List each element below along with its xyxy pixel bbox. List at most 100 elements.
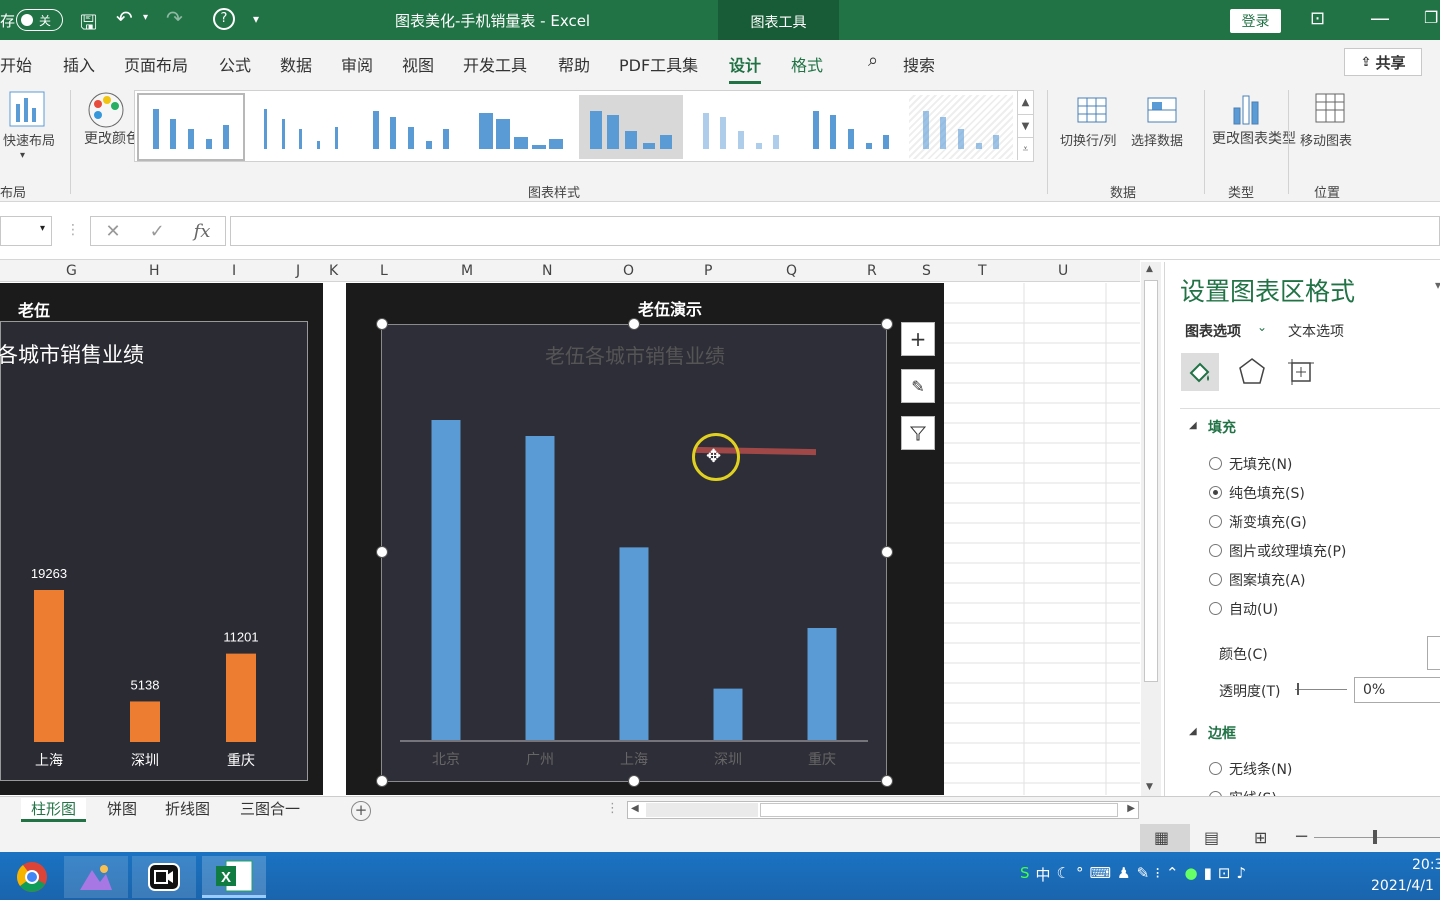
pattern-fill-label[interactable]: 图案填充(A) bbox=[1229, 570, 1306, 590]
bar[interactable] bbox=[226, 653, 256, 742]
column-header[interactable]: P bbox=[704, 263, 712, 279]
sheet-tab-bar-chart[interactable]: 柱形图 bbox=[21, 798, 87, 822]
resize-handle[interactable] bbox=[376, 318, 388, 330]
zoom-slider-thumb[interactable] bbox=[1373, 830, 1377, 844]
effects-pentagon-icon[interactable] bbox=[1235, 355, 1269, 389]
bar[interactable] bbox=[431, 420, 461, 740]
column-header[interactable]: L bbox=[380, 263, 388, 279]
gallery-down-icon[interactable]: ▼ bbox=[1017, 114, 1033, 137]
bar[interactable] bbox=[34, 590, 64, 742]
collapse-fill-icon[interactable]: ◢ bbox=[1189, 420, 1197, 431]
autosave-toggle[interactable]: 关 bbox=[16, 9, 63, 31]
radio-no-line[interactable] bbox=[1209, 762, 1222, 775]
more-icon[interactable]: ⁝ bbox=[1155, 864, 1160, 885]
photos-app-icon[interactable] bbox=[64, 856, 128, 898]
auto-fill-label[interactable]: 自动(U) bbox=[1229, 599, 1278, 619]
page-layout-view-icon[interactable]: ▤ bbox=[1204, 828, 1219, 847]
move-chart-icon[interactable] bbox=[1312, 90, 1348, 126]
color-picker-button[interactable] bbox=[1427, 636, 1440, 670]
network-icon[interactable]: ⊡ bbox=[1218, 864, 1231, 885]
tab-text-options[interactable]: 文本选项 bbox=[1288, 321, 1344, 341]
tab-formulas[interactable]: 公式 bbox=[219, 52, 251, 76]
gradient-fill-label[interactable]: 渐变填充(G) bbox=[1229, 512, 1307, 532]
customize-qat-icon[interactable]: ▾ bbox=[253, 12, 259, 26]
sheet-tab-combined[interactable]: 三图合一 bbox=[240, 798, 300, 819]
chart-style-5[interactable] bbox=[579, 95, 683, 159]
column-header[interactable]: M bbox=[461, 263, 473, 279]
bar[interactable] bbox=[619, 547, 649, 740]
left-chart[interactable]: 各城市销售业绩 19263 上海 5138 深圳 11201 重庆 bbox=[0, 321, 308, 781]
chart-filter-icon[interactable] bbox=[901, 416, 935, 450]
radio-pattern-fill[interactable] bbox=[1209, 573, 1222, 586]
zoom-slider[interactable] bbox=[1314, 837, 1440, 838]
border-section-header[interactable]: 边框 bbox=[1208, 723, 1236, 743]
tools-icon[interactable]: ✎ bbox=[1137, 864, 1150, 885]
chart-elements-plus-icon[interactable]: + bbox=[901, 322, 935, 356]
radio-picture-fill[interactable] bbox=[1209, 544, 1222, 557]
chart-options-dropdown-icon[interactable]: ⌄ bbox=[1257, 320, 1267, 334]
switch-row-column-label[interactable]: 切换行/列 bbox=[1060, 130, 1116, 149]
tab-developer[interactable]: 开发工具 bbox=[463, 52, 527, 76]
transparency-input[interactable]: 0% bbox=[1354, 677, 1440, 703]
resize-handle[interactable] bbox=[881, 318, 893, 330]
change-chart-type-icon[interactable] bbox=[1228, 90, 1264, 126]
chart-style-2[interactable] bbox=[249, 95, 353, 159]
enter-icon[interactable]: ✓ bbox=[150, 221, 165, 242]
tab-data[interactable]: 数据 bbox=[280, 52, 312, 76]
no-fill-label[interactable]: 无填充(N) bbox=[1229, 454, 1292, 474]
resize-handle[interactable] bbox=[376, 775, 388, 787]
bar[interactable] bbox=[807, 627, 837, 740]
input-mode-icon[interactable]: 中 bbox=[1036, 864, 1051, 885]
scroll-right-icon[interactable]: ▶ bbox=[1127, 803, 1135, 814]
sogou-ime-icon[interactable]: S bbox=[1020, 864, 1030, 885]
column-header[interactable]: K bbox=[329, 263, 338, 279]
tab-design[interactable]: 设计 bbox=[729, 52, 762, 84]
radio-gradient-fill[interactable] bbox=[1209, 515, 1222, 528]
radio-auto-fill[interactable] bbox=[1209, 602, 1222, 615]
column-header[interactable]: G bbox=[66, 263, 77, 279]
login-button[interactable]: 登录 bbox=[1230, 9, 1281, 33]
column-header[interactable]: O bbox=[623, 263, 634, 279]
battery-icon[interactable]: ▮ bbox=[1204, 864, 1212, 885]
size-properties-icon[interactable] bbox=[1284, 355, 1318, 389]
select-data-label[interactable]: 选择数据 bbox=[1131, 130, 1183, 149]
resize-handle[interactable] bbox=[628, 318, 640, 330]
wechat-icon[interactable]: ● bbox=[1185, 864, 1198, 885]
tray-up-icon[interactable]: ⌃ bbox=[1166, 864, 1179, 885]
pane-options-icon[interactable]: ▾ bbox=[1435, 278, 1440, 292]
fill-section-header[interactable]: 填充 bbox=[1208, 417, 1236, 437]
column-header[interactable]: R bbox=[867, 263, 877, 279]
name-box-dropdown-icon[interactable]: ▾ bbox=[40, 223, 45, 234]
chart-style-1[interactable] bbox=[137, 93, 245, 161]
chart-style-8[interactable] bbox=[909, 95, 1013, 159]
solid-fill-label[interactable]: 纯色填充(S) bbox=[1229, 483, 1305, 503]
horizontal-scrollbar[interactable]: ◀ ▶ bbox=[627, 801, 1139, 819]
picture-fill-label[interactable]: 图片或纹理填充(P) bbox=[1229, 541, 1346, 561]
ribbon-display-icon[interactable]: ⊡ bbox=[1310, 8, 1325, 29]
volume-icon[interactable]: ♪ bbox=[1236, 864, 1246, 885]
search-icon[interactable]: ⌕ bbox=[868, 50, 878, 71]
bar[interactable] bbox=[713, 688, 743, 740]
minimize-icon[interactable]: — bbox=[1370, 6, 1390, 30]
chrome-icon[interactable] bbox=[0, 856, 64, 898]
cancel-icon[interactable]: ✕ bbox=[105, 221, 120, 242]
tab-insert[interactable]: 插入 bbox=[63, 52, 95, 76]
name-box[interactable]: ▾ bbox=[0, 216, 52, 246]
select-data-icon[interactable] bbox=[1144, 90, 1180, 126]
radio-no-fill[interactable] bbox=[1209, 457, 1222, 470]
help-icon[interactable]: ? bbox=[213, 8, 235, 30]
formula-input[interactable] bbox=[230, 216, 1440, 246]
keyboard-icon[interactable]: ⌨ bbox=[1090, 864, 1112, 885]
add-sheet-icon[interactable]: + bbox=[351, 801, 371, 821]
tab-review[interactable]: 审阅 bbox=[341, 52, 373, 76]
radio-solid-fill[interactable] bbox=[1209, 486, 1222, 499]
collapse-border-icon[interactable]: ◢ bbox=[1189, 726, 1197, 737]
search-box[interactable]: 搜索 bbox=[903, 52, 935, 76]
column-header[interactable]: J bbox=[296, 263, 300, 279]
column-header[interactable]: H bbox=[149, 263, 160, 279]
clock-date[interactable]: 2021/4/1 bbox=[1371, 878, 1434, 894]
right-chart[interactable]: 老伍各城市销售业绩 北京 广州 上海 深圳 重庆 bbox=[381, 324, 887, 782]
scroll-left-icon[interactable]: ◀ bbox=[631, 803, 639, 814]
palette-icon[interactable] bbox=[86, 90, 126, 130]
video-recorder-icon[interactable] bbox=[132, 856, 196, 898]
